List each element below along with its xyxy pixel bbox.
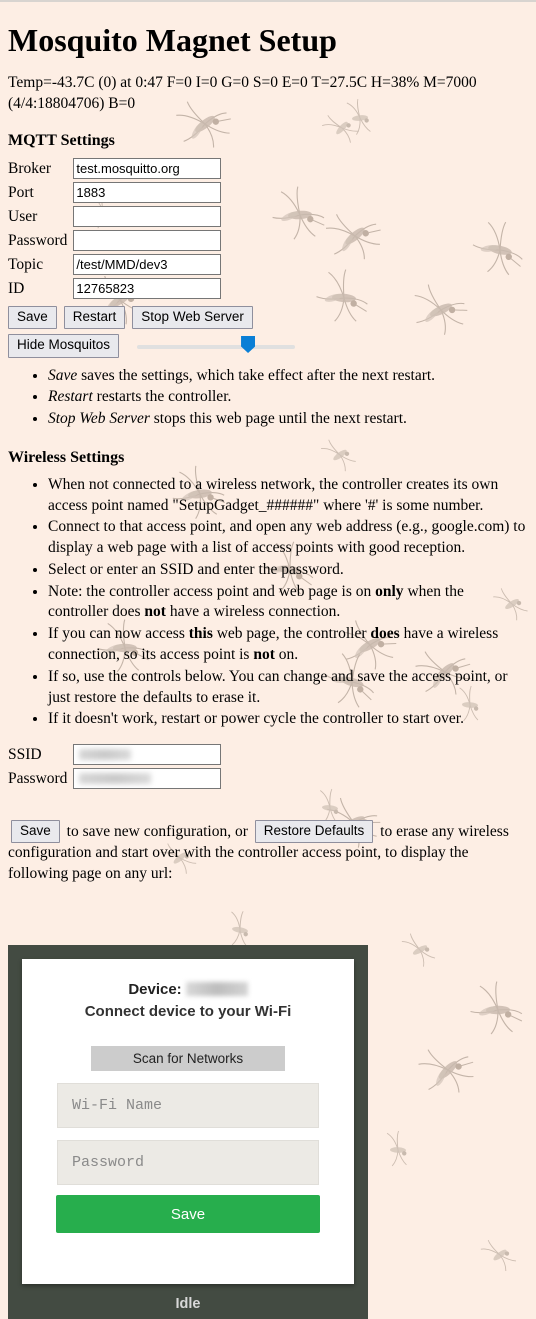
mqtt-field-row: Broker [8,158,222,182]
mqtt-note-item: Stop Web Server stops this web page unti… [48,409,536,430]
mqtt-field-label: Broker [8,159,52,177]
wifi-field-row: Password [8,768,222,792]
phone-wifi-name-input[interactable]: Wi-Fi Name [57,1083,319,1128]
wireless-actions-paragraph: Save to save new configuration, or Resto… [0,808,536,885]
phone-mockup: Device: Connect device to your Wi-Fi Sca… [8,945,368,1319]
phone-wifi-password-input[interactable]: Password [57,1140,319,1185]
mqtt-field-label: Port [8,183,34,201]
wifi-field-row: SSID [8,744,222,768]
wireless-note-item: Connect to that access point, and open a… [48,517,536,559]
wifi-field-cell [73,768,222,792]
redacted-value [79,749,132,761]
mqtt-field-row: Password [8,230,222,254]
redacted-value [79,773,152,785]
wireless-note-item: If so, use the controls below. You can c… [48,667,536,709]
mqtt-field-input-port[interactable] [73,182,222,204]
phone-device-name-redacted [185,982,248,996]
mqtt-field-label: User [8,207,38,225]
wireless-notes-list: When not connected to a wireless network… [0,475,536,730]
mqtt-field-input-topic[interactable] [73,254,222,276]
mqtt-note-term: Save [48,366,78,384]
scan-for-networks-button[interactable]: Scan for Networks [91,1046,285,1071]
mqtt-field-cell [73,182,222,206]
wireless-note-item: If it doesn't work, restart or power cyc… [48,709,536,730]
mqtt-button-row: Save Restart Stop Web Server [8,306,536,330]
mqtt-field-label: Topic [8,255,44,273]
mqtt-field-input-password[interactable] [73,230,222,252]
wifi-field-cell [73,744,222,768]
mqtt-field-cell [73,206,222,230]
mqtt-note-term: Restart [48,388,93,406]
mqtt-field-cell [73,230,222,254]
mqtt-field-row: ID [8,278,222,302]
phone-device-row: Device: [42,981,334,1001]
wireless-settings-form: SSID Password [8,744,222,792]
mqtt-note-item: Restart restarts the controller. [48,387,536,408]
phone-device-label: Device: [128,981,182,998]
slider-track [137,345,296,349]
phone-save-button[interactable]: Save [56,1195,320,1233]
mqtt-settings-heading: MQTT Settings [8,132,115,150]
mqtt-field-row: Topic [8,254,222,278]
mqtt-note-term: Stop Web Server [48,410,150,428]
mqtt-notes-list: Save saves the settings, which take effe… [0,366,536,430]
window-top-edge [0,0,536,2]
page-title: Mosquito Magnet Setup [8,22,337,58]
wireless-settings-heading: Wireless Settings [8,448,125,466]
wireless-save-button[interactable]: Save [11,819,60,843]
mqtt-field-input-id[interactable] [73,278,222,300]
wifi-field-label: SSID [8,745,42,763]
restore-defaults-button[interactable]: Restore Defaults [254,819,374,843]
wireless-note-item: Note: the controller access point and we… [48,582,536,624]
mqtt-save-button[interactable]: Save [8,306,57,330]
mqtt-field-input-broker[interactable] [73,158,222,180]
mqtt-button-row-2: Hide Mosquitos [8,334,536,358]
wifi-field-label: Password [8,769,68,787]
mqtt-field-cell [73,278,222,302]
mqtt-field-row: Port [8,182,222,206]
mosquito-density-slider[interactable] [137,335,296,357]
hide-mosquitos-button[interactable]: Hide Mosquitos [8,334,120,358]
phone-screen: Device: Connect device to your Wi-Fi Sca… [22,959,354,1284]
mqtt-field-input-user[interactable] [73,206,222,228]
stop-web-server-button[interactable]: Stop Web Server [132,306,253,330]
device-status-line: Temp=-43.7C (0) at 0:47 F=0 I=0 G=0 S=0 … [8,74,477,112]
mqtt-restart-button[interactable]: Restart [63,306,126,330]
slider-thumb[interactable] [241,336,256,353]
wireless-note-item: If you can now access this web page, the… [48,624,536,666]
phone-heading: Connect device to your Wi-Fi [84,1003,292,1020]
mqtt-field-label: Password [8,231,68,249]
wireless-note-item: When not connected to a wireless network… [48,475,536,517]
mqtt-field-label: ID [8,279,25,297]
mqtt-field-row: User [8,206,222,230]
mqtt-settings-form: Broker Port User Password Topic ID [8,158,222,302]
phone-status-text: Idle [175,1296,201,1312]
wireless-sentence-mid: to save new configuration, or [62,822,252,840]
mqtt-field-cell [73,254,222,278]
mqtt-field-cell [73,158,222,182]
wireless-note-item: Select or enter an SSID and enter the pa… [48,560,536,581]
mqtt-note-item: Save saves the settings, which take effe… [48,366,536,387]
